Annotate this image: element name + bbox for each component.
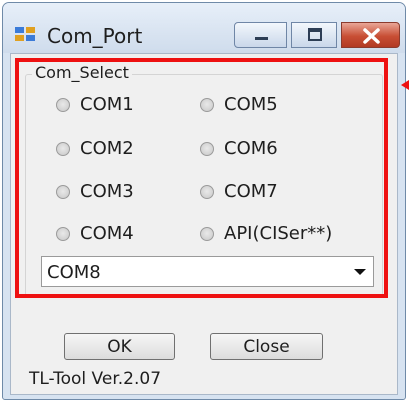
minimize-icon <box>255 37 268 40</box>
radio-label: API(CISer**) <box>224 223 333 244</box>
arrow-pointer-icon <box>401 80 409 90</box>
radio-com1[interactable]: COM1 <box>56 94 134 115</box>
radio-button[interactable] <box>56 226 70 241</box>
combobox-value: COM8 <box>47 262 101 283</box>
radio-button[interactable] <box>200 184 214 199</box>
radio-com4[interactable]: COM4 <box>56 223 134 244</box>
dialog-content: Com_Select COM1 COM2 COM3 COM4 COM5 COM6… <box>10 53 398 395</box>
radio-button[interactable] <box>56 97 70 112</box>
minimize-button[interactable] <box>234 22 287 48</box>
radio-button[interactable] <box>200 97 214 112</box>
radio-com3[interactable]: COM3 <box>56 181 134 202</box>
com-port-combobox[interactable]: COM8 <box>41 256 374 287</box>
radio-label: COM4 <box>80 223 134 244</box>
title-bar[interactable]: Com_Port <box>3 3 405 53</box>
maximize-icon <box>308 28 322 41</box>
radio-button[interactable] <box>56 184 70 199</box>
radio-com7[interactable]: COM7 <box>200 181 278 202</box>
radio-button[interactable] <box>56 141 70 156</box>
chevron-down-icon[interactable] <box>354 269 366 275</box>
close-window-button[interactable] <box>341 22 400 48</box>
radio-label: COM5 <box>224 94 278 115</box>
radio-label: COM1 <box>80 94 134 115</box>
radio-button[interactable] <box>200 226 214 241</box>
group-title: Com_Select <box>32 63 132 82</box>
close-button[interactable]: Close <box>210 333 323 360</box>
radio-com5[interactable]: COM5 <box>200 94 278 115</box>
radio-label: COM2 <box>80 138 134 159</box>
version-label: TL-Tool Ver.2.07 <box>29 369 162 389</box>
app-icon <box>15 27 35 41</box>
radio-com2[interactable]: COM2 <box>56 138 134 159</box>
radio-label: COM3 <box>80 181 134 202</box>
radio-api-ciser[interactable]: API(CISer**) <box>200 223 332 244</box>
radio-label: COM7 <box>224 181 278 202</box>
window-title: Com_Port <box>47 24 143 48</box>
radio-button[interactable] <box>200 141 214 156</box>
radio-com6[interactable]: COM6 <box>200 138 278 159</box>
maximize-button[interactable] <box>291 22 337 48</box>
ok-button[interactable]: OK <box>64 333 175 360</box>
close-icon <box>363 28 380 44</box>
radio-label: COM6 <box>224 138 278 159</box>
com-port-window: Com_Port Com_Select COM1 COM2 COM3 COM4 … <box>2 2 406 400</box>
